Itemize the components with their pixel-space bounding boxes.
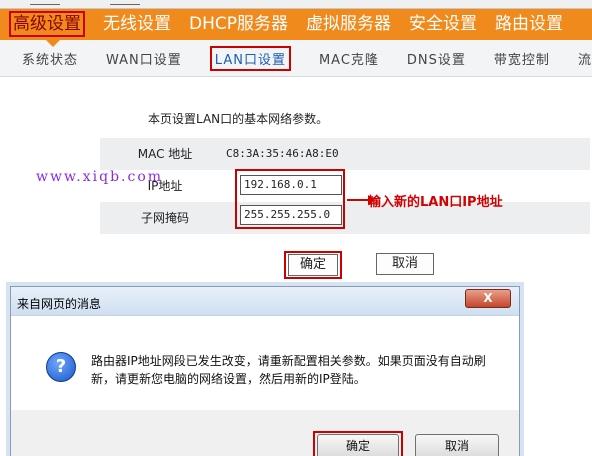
sub-nav-item-status[interactable]: 系统状态 <box>0 49 92 68</box>
dialog-cancel-button[interactable]: 取消 <box>415 434 499 456</box>
main-nav-item-security[interactable]: 安全设置 <box>400 9 486 40</box>
watermark: www.xiqb.com <box>36 169 164 185</box>
question-icon: ? <box>46 352 76 382</box>
ip-row: IP地址 <box>100 170 590 202</box>
mask-row: 子网掩码 <box>100 202 590 234</box>
sub-nav-item-dns[interactable]: DNS设置 <box>393 49 480 68</box>
main-nav-item-advanced[interactable]: 高级设置 <box>0 9 94 40</box>
arrow-icon <box>347 195 375 205</box>
sub-nav-item-bandwidth[interactable]: 带宽控制 <box>480 49 564 68</box>
cancel-button[interactable]: 取消 <box>376 253 434 275</box>
mac-value: C8:3A:35:46:A8:E0 <box>226 147 339 160</box>
sub-nav: 系统状态 WAN口设置 LAN口设置 MAC克隆 DNS设置 带宽控制 流 <box>0 40 592 77</box>
active-tab-caret-icon <box>46 40 60 47</box>
mac-row: MAC 地址 C8:3A:35:46:A8:E0 <box>100 138 590 170</box>
main-nav-item-routing[interactable]: 路由设置 <box>486 9 572 40</box>
top-strip <box>0 0 592 9</box>
mask-label: 子网掩码 <box>140 211 189 225</box>
save-button[interactable]: 确定 <box>288 254 338 276</box>
main-nav-item-wireless[interactable]: 无线设置 <box>94 9 180 40</box>
main-nav-item-dhcp[interactable]: DHCP服务器 <box>180 9 297 40</box>
alert-dialog: 来自网页的消息 X ? 路由器IP地址网段已发生改变，请重新配置相关参数。如果页… <box>10 286 520 456</box>
main-nav: 高级设置 无线设置 DHCP服务器 虚拟服务器 安全设置 路由设置 <box>0 9 592 40</box>
divider <box>110 0 140 5</box>
divider <box>30 0 60 5</box>
mac-label: MAC 地址 <box>137 147 193 161</box>
dialog-title: 来自网页的消息 <box>17 297 102 311</box>
close-button[interactable]: X <box>465 289 511 308</box>
annotation-text: 输入新的LAN口IP地址 <box>368 195 503 210</box>
sub-nav-item-lan[interactable]: LAN口设置 <box>196 45 305 71</box>
dialog-message: 路由器IP地址网段已发生改变，请重新配置相关参数。如果页面没有自动刷新，请更新您… <box>91 354 486 386</box>
subnet-mask-input[interactable]: 255.255.255.0 <box>240 205 342 225</box>
sub-nav-item-wan[interactable]: WAN口设置 <box>92 49 196 68</box>
main-nav-item-virtual-server[interactable]: 虚拟服务器 <box>297 9 400 40</box>
sub-nav-item-mac-clone[interactable]: MAC克隆 <box>305 49 393 68</box>
page-description: 本页设置LAN口的基本网络参数。 <box>148 112 329 126</box>
dialog-ok-button[interactable]: 确定 <box>317 434 399 456</box>
sub-nav-item-more[interactable]: 流 <box>564 49 592 68</box>
dialog-titlebar: 来自网页的消息 X <box>11 287 519 315</box>
ip-address-input[interactable]: 192.168.0.1 <box>240 175 342 195</box>
